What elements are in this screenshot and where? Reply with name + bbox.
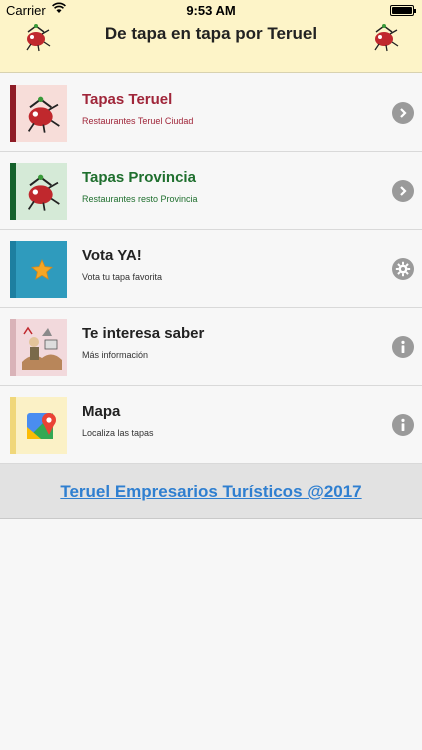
item-subtitle: Restaurantes resto Provincia bbox=[82, 194, 198, 204]
footer-link[interactable]: Teruel Empresarios Turísticos @2017 bbox=[60, 482, 361, 502]
item-thumbnail bbox=[10, 319, 67, 376]
mascot-icon bbox=[27, 96, 60, 133]
item-thumbnail bbox=[10, 241, 67, 298]
list-item-mapa[interactable]: Mapa Localiza las tapas bbox=[0, 386, 422, 464]
list-item-vota-ya[interactable]: Vota YA! Vota tu tapa favorita bbox=[0, 230, 422, 308]
item-title: Mapa bbox=[82, 403, 121, 420]
empty-area bbox=[0, 520, 422, 750]
clock: 9:53 AM bbox=[186, 3, 236, 18]
item-subtitle: Localiza las tapas bbox=[82, 428, 154, 438]
list-item-tapas-provincia[interactable]: Tapas Provincia Restaurantes resto Provi… bbox=[0, 152, 422, 230]
list-item-te-interesa-saber[interactable]: Te interesa saber Más información bbox=[0, 308, 422, 386]
item-thumbnail bbox=[10, 397, 67, 454]
chevron-right-icon[interactable] bbox=[392, 102, 414, 124]
list-item-tapas-teruel[interactable]: Tapas Teruel Restaurantes Teruel Ciudad bbox=[0, 74, 422, 152]
map-pin-icon bbox=[26, 412, 56, 439]
history-illustration-icon bbox=[21, 326, 62, 370]
page-title: De tapa en tapa por Teruel bbox=[104, 24, 318, 43]
item-subtitle: Más información bbox=[82, 350, 149, 360]
item-thumbnail bbox=[10, 163, 67, 220]
mascot-icon bbox=[27, 174, 60, 211]
item-title: Vota YA! bbox=[82, 247, 142, 264]
status-bar: Carrier 9:53 AM bbox=[0, 0, 422, 22]
item-title: Tapas Teruel bbox=[82, 91, 173, 108]
star-icon bbox=[30, 258, 53, 280]
mascot-icon bbox=[374, 24, 399, 52]
app-header: Carrier 9:53 AM De tapa en tapa por Teru… bbox=[0, 0, 422, 73]
battery-icon bbox=[390, 5, 416, 16]
info-icon[interactable] bbox=[392, 336, 414, 358]
menu-list: Tapas Teruel Restaurantes Teruel Ciudad … bbox=[0, 74, 422, 464]
item-thumbnail bbox=[10, 85, 67, 142]
item-title: Te interesa saber bbox=[82, 325, 205, 342]
gear-icon[interactable] bbox=[392, 258, 414, 280]
item-title: Tapas Provincia bbox=[82, 169, 196, 186]
info-icon[interactable] bbox=[392, 414, 414, 436]
footer: Teruel Empresarios Turísticos @2017 bbox=[0, 464, 422, 519]
chevron-right-icon[interactable] bbox=[392, 180, 414, 202]
item-subtitle: Restaurantes Teruel Ciudad bbox=[82, 116, 194, 126]
item-subtitle: Vota tu tapa favorita bbox=[82, 272, 163, 282]
